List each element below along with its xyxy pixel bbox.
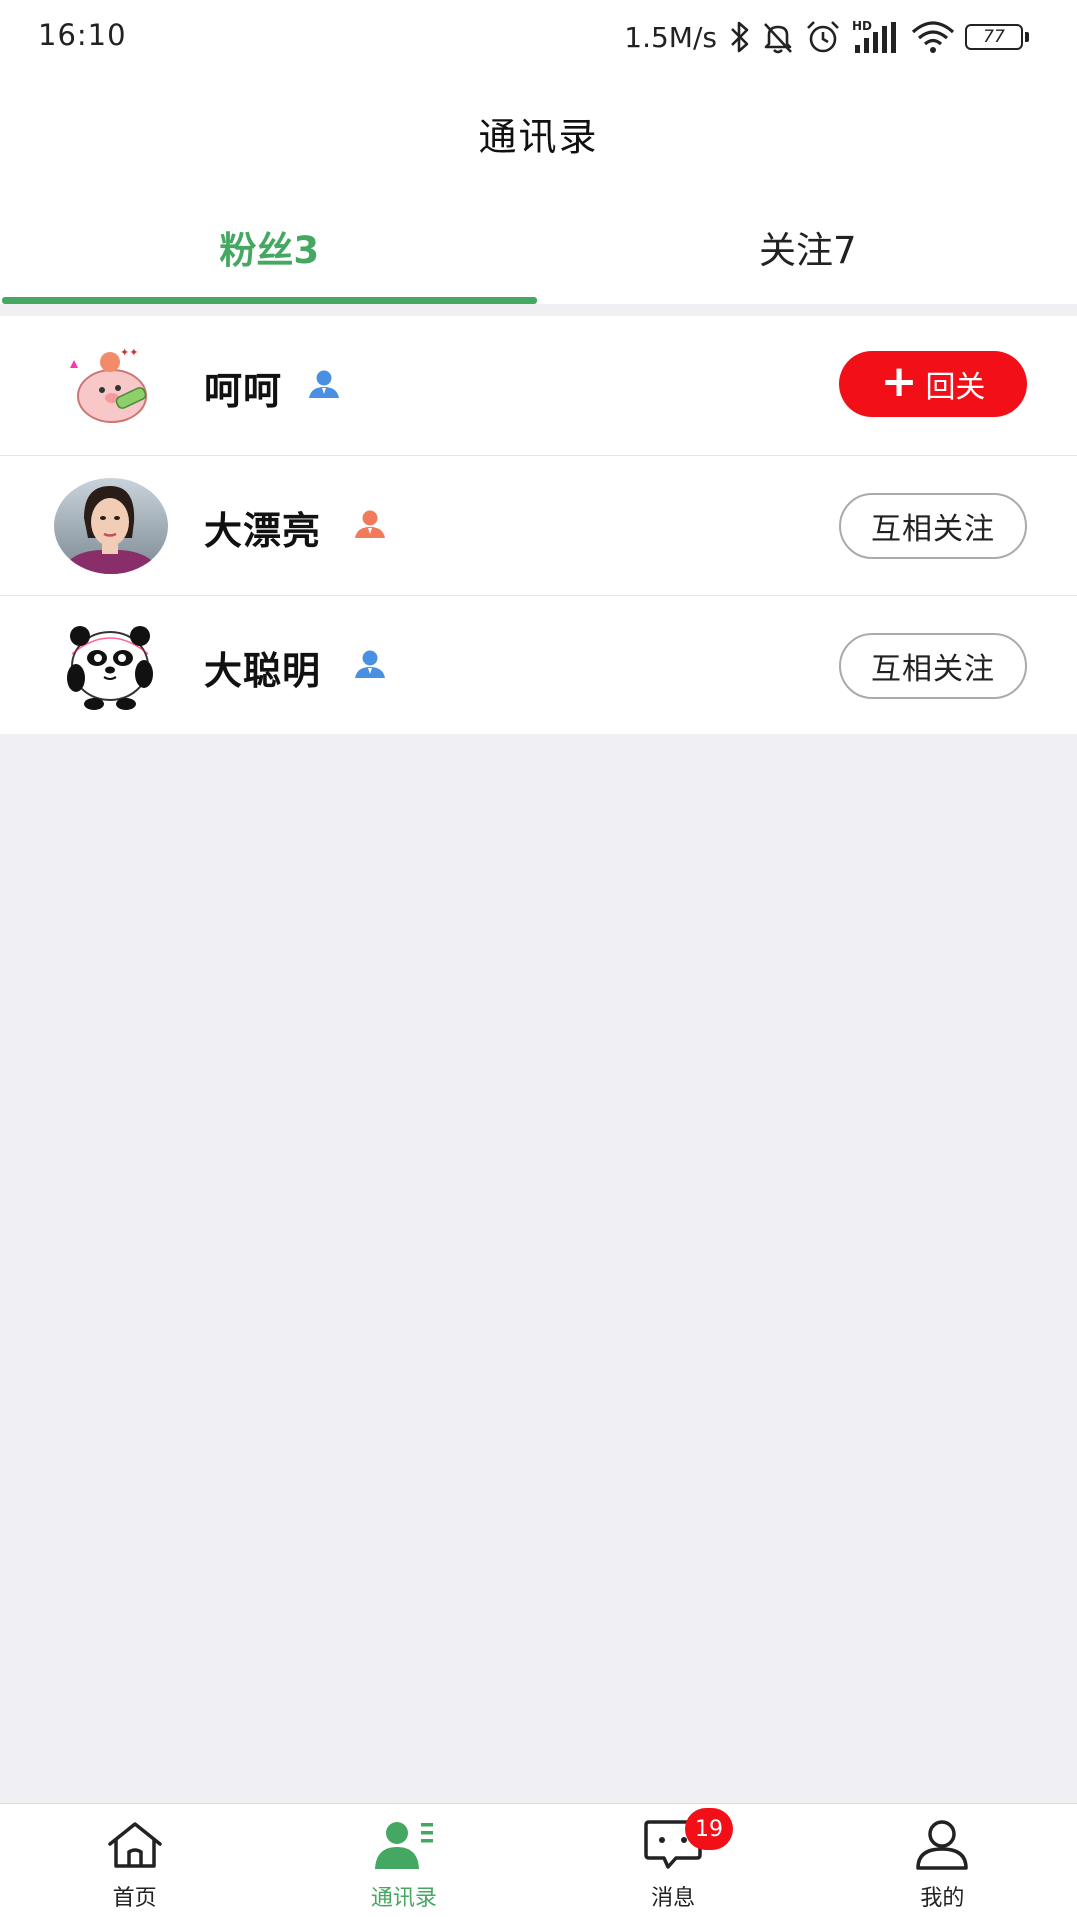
- nav-profile-label: 我的: [920, 1886, 965, 1911]
- follow-back-button[interactable]: + 回关: [839, 351, 1027, 417]
- user-badge-icon: [355, 510, 385, 538]
- wifi-icon: [911, 17, 955, 57]
- nav-messages[interactable]: 消息: [539, 1804, 808, 1917]
- follow-back-label: 回关: [925, 370, 986, 405]
- tab-fans-label: 粉丝3: [219, 229, 320, 272]
- fans-list: ✦✦ 呵呵 + 回关 大漂亮 互相关注 大聪明 互相关注: [0, 316, 1077, 734]
- divider: [0, 304, 1077, 316]
- mute-bell-icon: [761, 17, 795, 57]
- mutual-follow-button[interactable]: 互相关注: [839, 493, 1027, 559]
- battery-icon: 77: [965, 22, 1029, 52]
- list-item[interactable]: ✦✦ 呵呵 + 回关: [0, 316, 1077, 456]
- bluetooth-icon: [729, 17, 751, 57]
- home-icon: [104, 1818, 166, 1872]
- header: 通讯录: [0, 74, 1077, 184]
- status-bar: 16:10 1.5M/s HD 77: [0, 0, 1077, 74]
- list-item[interactable]: 大聪明 互相关注: [0, 596, 1077, 734]
- message-count-badge: 19: [685, 1808, 733, 1850]
- tab-following-label: 关注7: [758, 229, 857, 272]
- nav-contacts-label: 通讯录: [370, 1886, 437, 1911]
- list-item[interactable]: 大漂亮 互相关注: [0, 456, 1077, 596]
- user-name: 大聪明: [204, 649, 322, 693]
- nav-home-label: 首页: [112, 1886, 157, 1911]
- hd-label: HD: [852, 19, 873, 33]
- user-name: 大漂亮: [204, 509, 322, 553]
- tab-bar: 粉丝3 关注7: [0, 184, 1077, 304]
- svg-text:✦✦: ✦✦: [120, 346, 138, 359]
- avatar[interactable]: [54, 478, 168, 574]
- mutual-follow-button[interactable]: 互相关注: [839, 633, 1027, 699]
- status-icons: 1.5M/s HD 77: [624, 14, 1029, 60]
- bottom-nav: 首页 通讯录 消息 我的: [0, 1803, 1077, 1917]
- battery-level: 77: [965, 24, 1023, 50]
- nav-home[interactable]: 首页: [0, 1804, 269, 1917]
- profile-icon: [911, 1818, 973, 1872]
- nav-messages-label: 消息: [651, 1886, 696, 1911]
- network-speed: 1.5M/s: [624, 20, 717, 54]
- tab-following[interactable]: 关注7: [539, 184, 1077, 304]
- active-tab-indicator: [2, 297, 537, 304]
- cellular-signal-icon: HD: [851, 17, 901, 57]
- avatar[interactable]: [54, 618, 168, 714]
- avatar[interactable]: ✦✦: [54, 338, 168, 434]
- nav-contacts[interactable]: 通讯录: [269, 1804, 538, 1917]
- page-title: 通讯录: [478, 115, 599, 159]
- user-name: 呵呵: [204, 369, 283, 413]
- tab-fans[interactable]: 粉丝3: [0, 184, 539, 304]
- plus-icon: +: [880, 356, 918, 407]
- nav-profile[interactable]: 我的: [808, 1804, 1077, 1917]
- user-badge-icon: [309, 370, 339, 398]
- status-time: 16:10: [38, 18, 127, 52]
- user-badge-icon: [355, 650, 385, 678]
- alarm-icon: [805, 17, 841, 57]
- contacts-icon: [373, 1818, 435, 1872]
